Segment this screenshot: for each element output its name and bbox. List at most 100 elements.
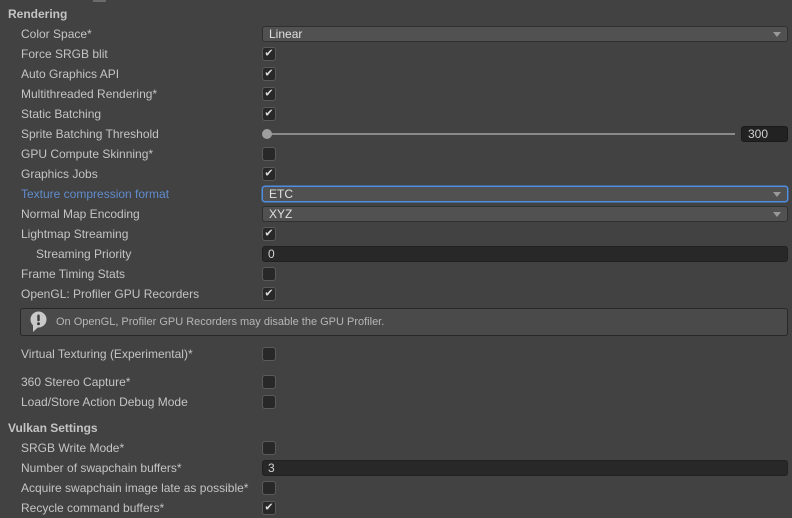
settings-row-number-of-swapchain-buffers: Number of swapchain buffers*3 xyxy=(0,458,792,478)
recycle-command-buffers-checkbox[interactable]: ✔ xyxy=(262,501,276,515)
force-srgb-blit-checkbox[interactable]: ✔ xyxy=(262,47,276,61)
settings-row-frame-timing-stats: Frame Timing Stats xyxy=(0,264,792,284)
row-control xyxy=(262,267,788,281)
row-control: Linear xyxy=(262,26,788,42)
checkmark-icon: ✔ xyxy=(264,502,273,513)
auto-graphics-api-checkbox[interactable]: ✔ xyxy=(262,67,276,81)
settings-row-streaming-priority: Streaming Priority 0 xyxy=(0,244,792,264)
checkmark-icon: ✔ xyxy=(264,168,273,179)
row-control: ✔ xyxy=(262,47,788,61)
row-label: SRGB Write Mode* xyxy=(21,441,262,455)
normal-map-encoding-dropdown[interactable]: XYZ xyxy=(262,206,788,222)
row-control: ✔ xyxy=(262,87,788,101)
settings-row-texture-compression-format: Texture compression formatETC xyxy=(0,184,792,204)
settings-row-normal-map-encoding: Normal Map Encoding XYZ xyxy=(0,204,792,224)
frame-timing-stats-checkbox[interactable] xyxy=(262,267,276,281)
color-space-dropdown[interactable]: Linear xyxy=(262,26,788,42)
settings-row-virtual-texturing-experimental: Virtual Texturing (Experimental)* xyxy=(0,344,792,364)
settings-row-graphics-jobs: Graphics Jobs✔ xyxy=(0,164,792,184)
settings-row-color-space: Color Space*Linear xyxy=(0,24,792,44)
row-label: Static Batching xyxy=(21,107,262,121)
checkmark-icon: ✔ xyxy=(264,108,273,119)
number-of-swapchain-buffers-field[interactable]: 3 xyxy=(262,460,788,476)
row-control: ✔ xyxy=(262,501,788,515)
chevron-down-icon xyxy=(773,212,781,217)
texture-compression-format-dropdown[interactable]: ETC xyxy=(262,186,788,202)
helpbox-text: On OpenGL, Profiler GPU Recorders may di… xyxy=(56,316,384,328)
virtual-texturing-experimental-checkbox[interactable] xyxy=(262,347,276,361)
settings-row-force-srgb-blit: Force SRGB blit✔ xyxy=(0,44,792,64)
row-label: Acquire swapchain image late as possible… xyxy=(21,481,262,495)
settings-row-auto-graphics-api: Auto Graphics API✔ xyxy=(0,64,792,84)
row-label: Lightmap Streaming xyxy=(21,227,262,241)
row-control: ✔ xyxy=(262,227,788,241)
streaming-priority-field[interactable]: 0 xyxy=(262,246,788,262)
row-spacer xyxy=(0,364,792,372)
row-control xyxy=(262,395,788,409)
static-batching-checkbox[interactable]: ✔ xyxy=(262,107,276,121)
row-control xyxy=(262,347,788,361)
row-control: ✔ xyxy=(262,287,788,301)
opengl-profiler-gpu-recorders-checkbox[interactable]: ✔ xyxy=(262,287,276,301)
settings-row-360-stereo-capture: 360 Stereo Capture* xyxy=(0,372,792,392)
row-control: 3 xyxy=(262,460,788,476)
row-label: Force SRGB blit xyxy=(21,47,262,61)
row-label: Normal Map Encoding xyxy=(21,207,262,221)
section-title: Rendering xyxy=(8,7,249,21)
chevron-down-icon xyxy=(773,192,781,197)
slider-track xyxy=(266,133,735,135)
settings-row-gpu-compute-skinning: GPU Compute Skinning* xyxy=(0,144,792,164)
row-label: 360 Stereo Capture* xyxy=(21,375,262,389)
field-value: 0 xyxy=(268,247,275,261)
gpu-compute-skinning-checkbox[interactable] xyxy=(262,147,276,161)
multithreaded-rendering-checkbox[interactable]: ✔ xyxy=(262,87,276,101)
row-control: ETC xyxy=(262,186,788,202)
checkmark-icon: ✔ xyxy=(264,288,273,299)
load-store-action-debug-mode-checkbox[interactable] xyxy=(262,395,276,409)
row-label: Recycle command buffers* xyxy=(21,501,262,515)
checkmark-icon: ✔ xyxy=(264,228,273,239)
dropdown-value: ETC xyxy=(269,187,773,201)
row-label: Graphics Jobs xyxy=(21,167,262,181)
row-label: Load/Store Action Debug Mode xyxy=(21,395,262,409)
checkmark-icon: ✔ xyxy=(264,68,273,79)
row-label: Streaming Priority xyxy=(21,247,262,261)
sprite-batching-threshold-slider[interactable] xyxy=(262,126,735,142)
row-control: ✔ xyxy=(262,67,788,81)
row-label: OpenGL: Profiler GPU Recorders xyxy=(21,287,262,301)
row-label: Auto Graphics API xyxy=(21,67,262,81)
row-control: ✔ xyxy=(262,167,788,181)
settings-row-srgb-write-mode: SRGB Write Mode* xyxy=(0,438,792,458)
row-label: Color Space* xyxy=(21,27,262,41)
row-control xyxy=(262,375,788,389)
row-label: Sprite Batching Threshold xyxy=(21,127,262,141)
slider-value-text: 300 xyxy=(748,127,768,141)
chevron-down-icon xyxy=(773,32,781,37)
360-stereo-capture-checkbox[interactable] xyxy=(262,375,276,389)
settings-row-load-store-action-debug-mode: Load/Store Action Debug Mode xyxy=(0,392,792,412)
settings-panel: RenderingColor Space*LinearForce SRGB bl… xyxy=(0,0,792,518)
section-header-rendering: Rendering xyxy=(0,4,792,24)
row-control xyxy=(262,441,788,455)
acquire-swapchain-image-late-as-possible-checkbox[interactable] xyxy=(262,481,276,495)
sprite-batching-threshold-value-field[interactable]: 300 xyxy=(741,126,788,142)
settings-row-sprite-batching-threshold: Sprite Batching Threshold 300 xyxy=(0,124,792,144)
settings-row-static-batching: Static Batching✔ xyxy=(0,104,792,124)
slider-thumb[interactable] xyxy=(262,129,272,139)
row-label: Number of swapchain buffers* xyxy=(21,461,262,475)
lightmap-streaming-checkbox[interactable]: ✔ xyxy=(262,227,276,241)
graphics-jobs-checkbox[interactable]: ✔ xyxy=(262,167,276,181)
srgb-write-mode-checkbox[interactable] xyxy=(262,441,276,455)
row-control xyxy=(262,481,788,495)
section-title: Vulkan Settings xyxy=(8,421,249,435)
row-label: GPU Compute Skinning* xyxy=(21,147,262,161)
dropdown-value: XYZ xyxy=(269,207,773,221)
checkmark-icon: ✔ xyxy=(264,88,273,99)
exclamation-bubble-icon xyxy=(29,311,48,334)
section-header-vulkan-settings: Vulkan Settings xyxy=(0,418,792,438)
row-control: XYZ xyxy=(262,206,788,222)
row-control: 300 xyxy=(262,126,788,142)
checkmark-icon: ✔ xyxy=(264,48,273,59)
settings-row-opengl-profiler-gpu-recorders: OpenGL: Profiler GPU Recorders✔ xyxy=(0,284,792,304)
row-label: Virtual Texturing (Experimental)* xyxy=(21,347,262,361)
